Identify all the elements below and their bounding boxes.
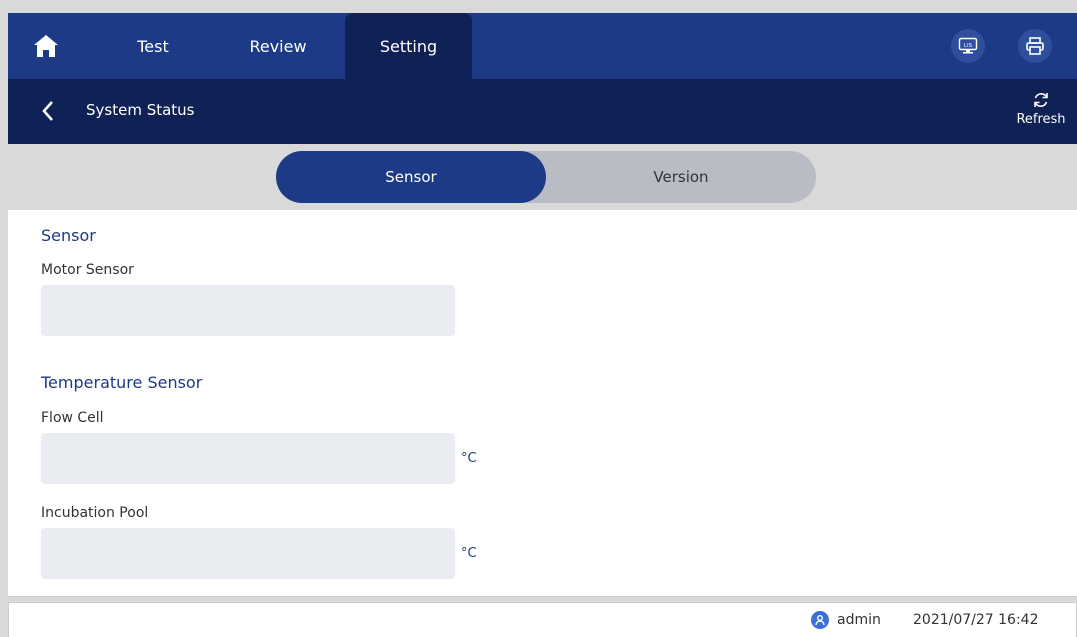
lis-button[interactable]: LIS	[951, 29, 985, 63]
temperature-section-title: Temperature Sensor	[41, 373, 203, 392]
content-panel: Sensor Motor Sensor Temperature Sensor F…	[8, 210, 1077, 597]
status-bar: admin 2021/07/27 16:42	[8, 602, 1077, 637]
incubation-pool-unit: °C	[461, 546, 477, 561]
refresh-label: Refresh	[1016, 112, 1066, 127]
tab-setting[interactable]: Setting	[345, 13, 472, 79]
incubation-pool-label: Incubation Pool	[41, 505, 149, 521]
tab-test[interactable]: Test	[108, 13, 198, 79]
incubation-pool-field[interactable]	[41, 528, 455, 579]
user-info: admin	[811, 611, 881, 629]
top-nav-bar: Test Review Setting LIS	[8, 13, 1077, 79]
flow-cell-unit: °C	[461, 451, 477, 466]
tab-review[interactable]: Review	[228, 13, 328, 79]
chevron-left-icon	[42, 101, 53, 121]
page-title: System Status	[86, 101, 195, 119]
sensor-section-title: Sensor	[41, 226, 96, 245]
username: admin	[837, 612, 881, 628]
home-icon	[34, 35, 58, 57]
motor-sensor-label: Motor Sensor	[41, 262, 134, 278]
svg-text:LIS: LIS	[964, 43, 973, 49]
motor-sensor-field[interactable]	[41, 285, 455, 336]
segment-version[interactable]: Version	[546, 151, 816, 203]
home-button[interactable]	[30, 31, 62, 61]
datetime: 2021/07/27 16:42	[913, 612, 1039, 628]
segment-sensor[interactable]: Sensor	[276, 151, 546, 203]
app-window: Test Review Setting LIS System Status Re…	[0, 0, 1077, 637]
segment-band: Sensor Version	[8, 144, 1077, 210]
back-button[interactable]	[38, 99, 58, 123]
user-icon	[811, 611, 829, 629]
segmented-control: Sensor Version	[276, 151, 816, 203]
refresh-icon	[1034, 93, 1048, 107]
print-button[interactable]	[1018, 29, 1052, 63]
flow-cell-label: Flow Cell	[41, 410, 104, 426]
flow-cell-field[interactable]	[41, 433, 455, 484]
printer-icon	[1026, 37, 1044, 55]
lis-monitor-icon: LIS	[958, 37, 978, 54]
refresh-button[interactable]: Refresh	[1011, 90, 1071, 127]
page-header: System Status Refresh	[8, 79, 1077, 144]
